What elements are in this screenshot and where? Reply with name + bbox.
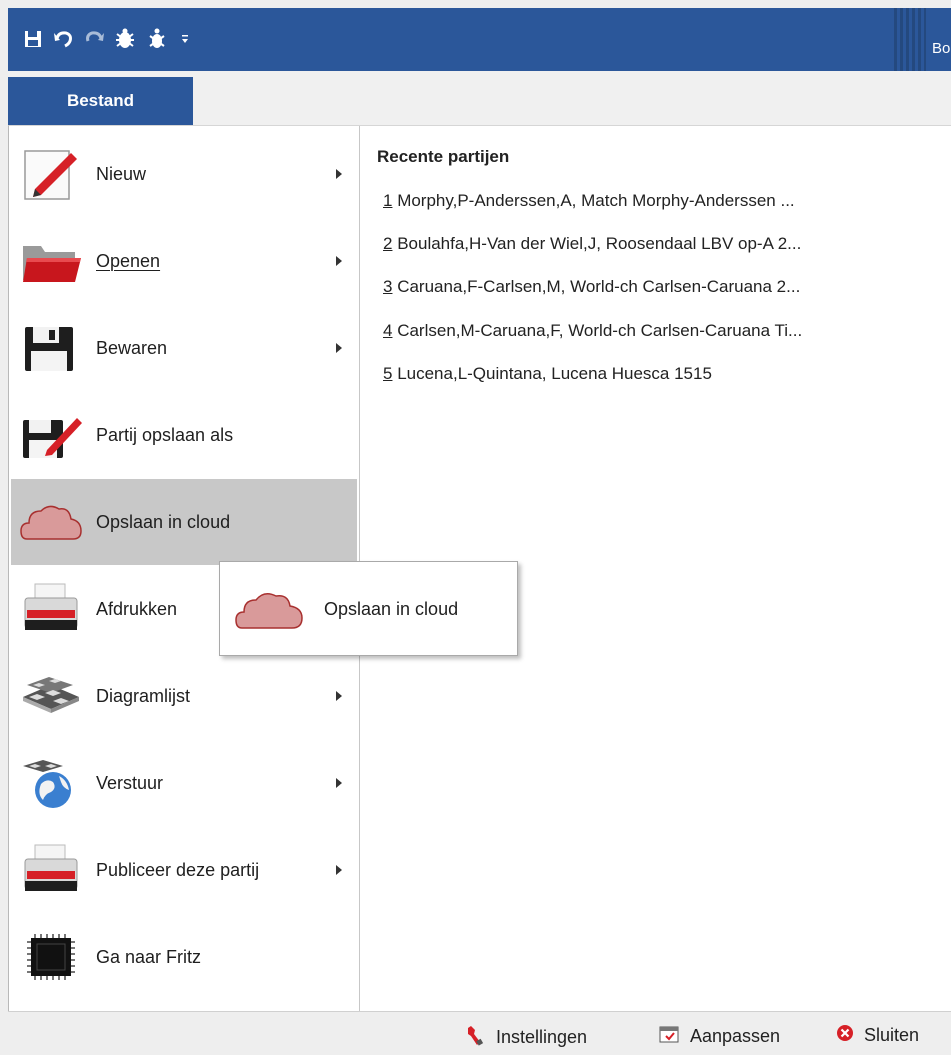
backstage-footer: Instellingen Aanpassen Sluiten [8, 1011, 951, 1055]
menu-item-label: Opslaan in cloud [96, 511, 231, 532]
menu-item-opslaan-in-cloud[interactable]: Opslaan in cloud [11, 479, 357, 565]
printer-icon [19, 580, 83, 638]
title-bar: Bo [8, 8, 951, 71]
settings-button[interactable]: Instellingen [466, 1024, 587, 1051]
folder-open-icon [19, 232, 83, 290]
window-title: Bo [932, 40, 951, 57]
menu-item-label: Verstuur [96, 772, 164, 793]
submenu-arrow-icon [336, 169, 342, 179]
recent-game-item[interactable]: 4 Carlsen,M-Caruana,F, World-ch Carlsen-… [383, 321, 802, 341]
recent-game-item[interactable]: 3 Caruana,F-Carlsen,M, World-ch Carlsen-… [383, 277, 800, 297]
printer-icon [19, 841, 83, 899]
recent-game-item[interactable]: 1 Morphy,P-Anderssen,A, Match Morphy-And… [383, 191, 795, 211]
calendar-icon [658, 1024, 680, 1049]
menu-item-nieuw[interactable]: Nieuw [11, 131, 357, 217]
tab-bestand[interactable]: Bestand [8, 77, 193, 125]
globe-icon [19, 754, 83, 812]
menu-item-ga-naar-fritz[interactable]: Ga naar Fritz [11, 914, 357, 1000]
save-as-icon [19, 406, 83, 464]
menu-item-publiceer[interactable]: Publiceer deze partij [11, 827, 357, 913]
close-icon [836, 1024, 854, 1047]
menu-item-bewaren[interactable]: Bewaren [11, 305, 357, 391]
ribbon-tab-bar: Bestand [8, 71, 951, 125]
recent-item-text: Boulahfa,H-Van der Wiel,J, Roosendaal LB… [392, 234, 802, 253]
floppy-save-icon [19, 319, 83, 377]
recent-games-title: Recente partijen [377, 147, 510, 166]
cloud-icon [234, 586, 304, 632]
recent-item-text: Caruana,F-Carlsen,M, World-ch Carlsen-Ca… [392, 277, 801, 296]
redo-icon[interactable] [84, 28, 106, 50]
menu-item-diagramlijst[interactable]: Diagramlijst [11, 653, 357, 739]
menu-item-label: Bewaren [96, 337, 168, 358]
chessboards-icon [19, 667, 83, 725]
recent-game-item[interactable]: 2 Boulahfa,H-Van der Wiel,J, Roosendaal … [383, 234, 801, 254]
menu-item-label: Ga naar Fritz [96, 946, 202, 967]
tooltip: Opslaan in cloud [219, 561, 518, 656]
close-button[interactable]: Sluiten [836, 1024, 919, 1047]
menu-item-openen[interactable]: Openen [11, 218, 357, 304]
recent-game-item[interactable]: 5 Lucena,L-Quintana, Lucena Huesca 1515 [383, 364, 712, 384]
menu-item-label: Nieuw [96, 163, 147, 184]
customize-button[interactable]: Aanpassen [658, 1024, 780, 1049]
recent-item-text: Carlsen,M-Caruana,F, World-ch Carlsen-Ca… [392, 321, 803, 340]
submenu-arrow-icon [336, 691, 342, 701]
new-pencil-icon [19, 145, 83, 203]
undo-icon[interactable] [52, 28, 74, 50]
recent-item-text: Morphy,P-Anderssen,A, Match Morphy-Ander… [392, 191, 795, 210]
submenu-arrow-icon [336, 343, 342, 353]
submenu-arrow-icon [336, 778, 342, 788]
wrench-icon [466, 1024, 486, 1051]
engine-icon[interactable] [114, 28, 136, 50]
menu-item-label: Diagramlijst [96, 685, 191, 706]
save-icon[interactable] [22, 28, 44, 50]
menu-item-label: Openen [96, 250, 161, 271]
engine2-icon[interactable] [146, 28, 168, 50]
menu-item-partij-opslaan-als[interactable]: Partij opslaan als [11, 392, 357, 478]
menu-item-label: Partij opslaan als [96, 424, 234, 445]
menu-item-verstuur[interactable]: Verstuur [11, 740, 357, 826]
submenu-arrow-icon [336, 256, 342, 266]
chip-icon [19, 928, 83, 986]
customize-dropdown-icon[interactable] [174, 28, 196, 50]
customize-label: Aanpassen [690, 1026, 781, 1046]
close-label: Sluiten [864, 1025, 920, 1045]
recent-item-text: Lucena,L-Quintana, Lucena Huesca 1515 [392, 364, 712, 383]
tooltip-label: Opslaan in cloud [324, 599, 459, 619]
menu-item-label: Afdrukken [96, 598, 178, 619]
submenu-arrow-icon [336, 865, 342, 875]
menu-item-label: Publiceer deze partij [96, 859, 260, 880]
title-decoration [894, 8, 926, 71]
cloud-icon [19, 493, 83, 551]
settings-label: Instellingen [496, 1027, 588, 1047]
